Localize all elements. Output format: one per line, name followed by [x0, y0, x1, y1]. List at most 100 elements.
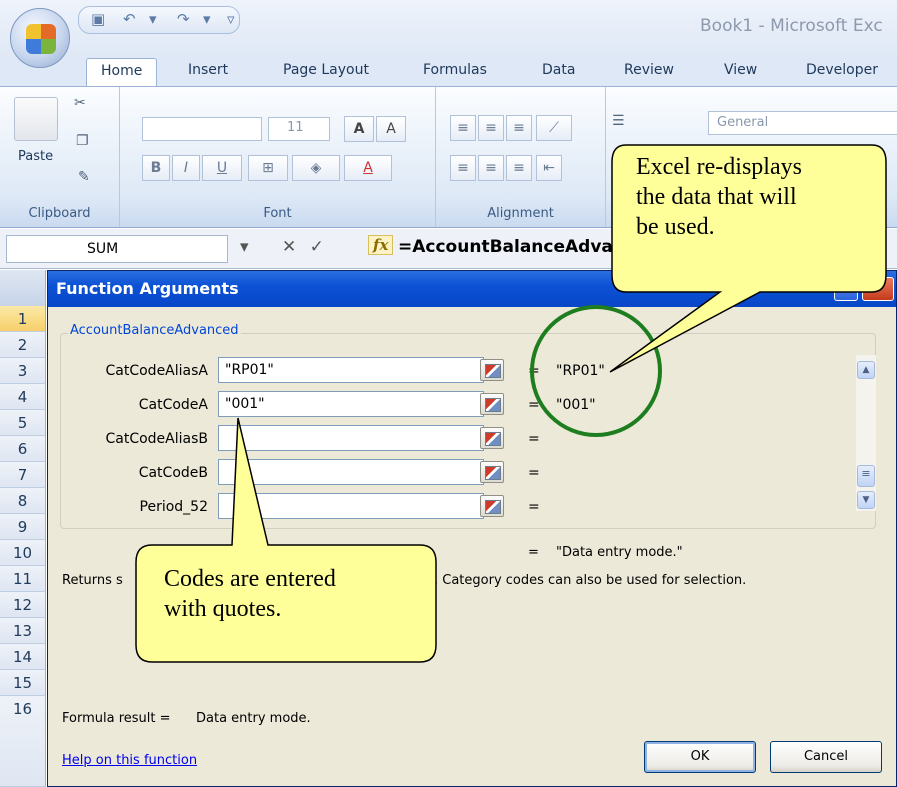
row-header[interactable]: 6: [0, 436, 46, 462]
font-group-label: Font: [263, 206, 292, 221]
description-end: . Category codes can also be used for se…: [434, 573, 747, 588]
row-header[interactable]: 13: [0, 618, 46, 644]
name-box-dropdown-icon[interactable]: ▾: [240, 237, 249, 257]
cancel-entry-icon[interactable]: ✕: [282, 237, 296, 257]
arg-input-catcodealiasa[interactable]: "RP01": [218, 357, 484, 383]
tab-view[interactable]: View: [724, 62, 757, 78]
row-header[interactable]: 5: [0, 410, 46, 436]
dialog-title: Function Arguments: [56, 279, 239, 298]
function-arguments-dialog: Function Arguments AccountBalanceAdvance…: [47, 270, 897, 787]
arg-input-period[interactable]: [218, 493, 484, 519]
align-top-button[interactable]: ≡: [450, 115, 476, 141]
underline-button[interactable]: U: [202, 155, 242, 181]
undo-icon[interactable]: ↶: [123, 10, 136, 28]
format-painter-icon[interactable]: ✎: [78, 169, 90, 185]
shrink-font-button[interactable]: A: [376, 116, 406, 142]
align-center-button[interactable]: ≡: [478, 155, 504, 181]
collapse-dialog-icon[interactable]: [480, 427, 504, 449]
scroll-thumb[interactable]: ≡: [857, 465, 875, 487]
tab-insert[interactable]: Insert: [188, 62, 228, 78]
customize-qat-icon[interactable]: ▿: [227, 10, 235, 28]
align-left-button[interactable]: ≡: [450, 155, 476, 181]
arg-label: CatCodeA: [138, 397, 208, 413]
tab-developer[interactable]: Developer: [806, 62, 878, 78]
collapse-dialog-icon[interactable]: [480, 461, 504, 483]
title-bar: ▣ ↶ ▾ ↷ ▾ ▿ Book1 - Microsoft Exc: [0, 0, 897, 68]
callout-line: be used.: [636, 214, 715, 240]
row-header[interactable]: 8: [0, 488, 46, 514]
close-icon[interactable]: [862, 277, 894, 301]
font-group: 11 A A B I U ⊞ ◈ A Font: [120, 87, 436, 227]
alignment-group-label: Alignment: [487, 206, 554, 221]
dialog-title-bar: Function Arguments: [48, 271, 896, 307]
tab-data[interactable]: Data: [542, 62, 575, 78]
row-header[interactable]: 11: [0, 566, 46, 592]
redo-dropdown-icon[interactable]: ▾: [203, 10, 211, 28]
formula-input[interactable]: =AccountBalanceAdva: [398, 237, 613, 257]
row-header[interactable]: 9: [0, 514, 46, 540]
save-icon[interactable]: ▣: [91, 10, 105, 28]
quick-access-toolbar: ▣ ↶ ▾ ↷ ▾ ▿: [78, 6, 240, 34]
help-icon[interactable]: [834, 277, 858, 301]
insert-function-icon[interactable]: fx: [368, 235, 394, 255]
arg-input-catcodealiasb[interactable]: [218, 425, 484, 451]
arguments-scrollbar[interactable]: ▲ ≡ ▼: [856, 355, 876, 511]
row-header[interactable]: 16: [0, 696, 46, 787]
paste-button[interactable]: Paste: [18, 149, 53, 164]
row-header[interactable]: 1: [0, 306, 46, 332]
callout-line: with quotes.: [164, 596, 282, 622]
scroll-down-icon[interactable]: ▼: [857, 491, 875, 509]
arg-equals: =: [528, 465, 540, 481]
undo-dropdown-icon[interactable]: ▾: [149, 10, 157, 28]
align-bottom-button[interactable]: ≡: [506, 115, 532, 141]
row-header[interactable]: 2: [0, 332, 46, 358]
enter-icon[interactable]: ✓: [310, 237, 324, 257]
cut-icon[interactable]: ✂: [74, 95, 86, 111]
collapse-dialog-icon[interactable]: [480, 495, 504, 517]
orientation-button[interactable]: ⟋: [536, 115, 572, 141]
wrap-text-icon[interactable]: ☰: [612, 113, 625, 129]
row-header[interactable]: 3: [0, 358, 46, 384]
paste-icon[interactable]: [14, 97, 58, 141]
align-middle-button[interactable]: ≡: [478, 115, 504, 141]
cancel-button[interactable]: Cancel: [770, 741, 882, 773]
row-header[interactable]: 15: [0, 670, 46, 696]
collapse-dialog-icon[interactable]: [480, 393, 504, 415]
row-header[interactable]: 14: [0, 644, 46, 670]
ribbon-tabs: Home Insert Page Layout Formulas Data Re…: [0, 58, 897, 86]
formula-result-label: Formula result =: [62, 711, 171, 726]
callout-line: the data that will: [636, 184, 797, 210]
tab-review[interactable]: Review: [624, 62, 674, 78]
tab-home[interactable]: Home: [86, 58, 158, 86]
bold-button[interactable]: B: [142, 155, 170, 181]
font-color-button[interactable]: A: [344, 155, 392, 181]
arg-equals: =: [528, 431, 540, 447]
ok-button[interactable]: OK: [644, 741, 756, 773]
font-size-box[interactable]: 11: [268, 117, 330, 141]
tab-page-layout[interactable]: Page Layout: [283, 62, 369, 78]
number-format-box[interactable]: General: [708, 111, 897, 135]
fill-color-button[interactable]: ◈: [292, 155, 340, 181]
row-header[interactable]: 7: [0, 462, 46, 488]
italic-button[interactable]: I: [172, 155, 200, 181]
scroll-up-icon[interactable]: ▲: [857, 361, 875, 379]
row-header[interactable]: 10: [0, 540, 46, 566]
select-all-corner[interactable]: [0, 270, 46, 306]
indent-button[interactable]: ⇤: [536, 155, 562, 181]
arg-input-catcodeb[interactable]: [218, 459, 484, 485]
arg-input-catcodea[interactable]: "001": [218, 391, 484, 417]
borders-button[interactable]: ⊞: [248, 155, 288, 181]
collapse-dialog-icon[interactable]: [480, 359, 504, 381]
tab-formulas[interactable]: Formulas: [423, 62, 487, 78]
redo-icon[interactable]: ↷: [177, 10, 190, 28]
grow-font-button[interactable]: A: [344, 116, 374, 142]
office-button[interactable]: [10, 8, 70, 68]
row-header[interactable]: 4: [0, 384, 46, 410]
align-right-button[interactable]: ≡: [506, 155, 532, 181]
callout-line: Excel re-displays: [636, 154, 802, 180]
name-box[interactable]: SUM: [6, 235, 228, 263]
help-on-function-link[interactable]: Help on this function: [62, 753, 197, 768]
row-header[interactable]: 12: [0, 592, 46, 618]
copy-icon[interactable]: ❐: [76, 133, 89, 149]
font-name-box[interactable]: [142, 117, 262, 141]
